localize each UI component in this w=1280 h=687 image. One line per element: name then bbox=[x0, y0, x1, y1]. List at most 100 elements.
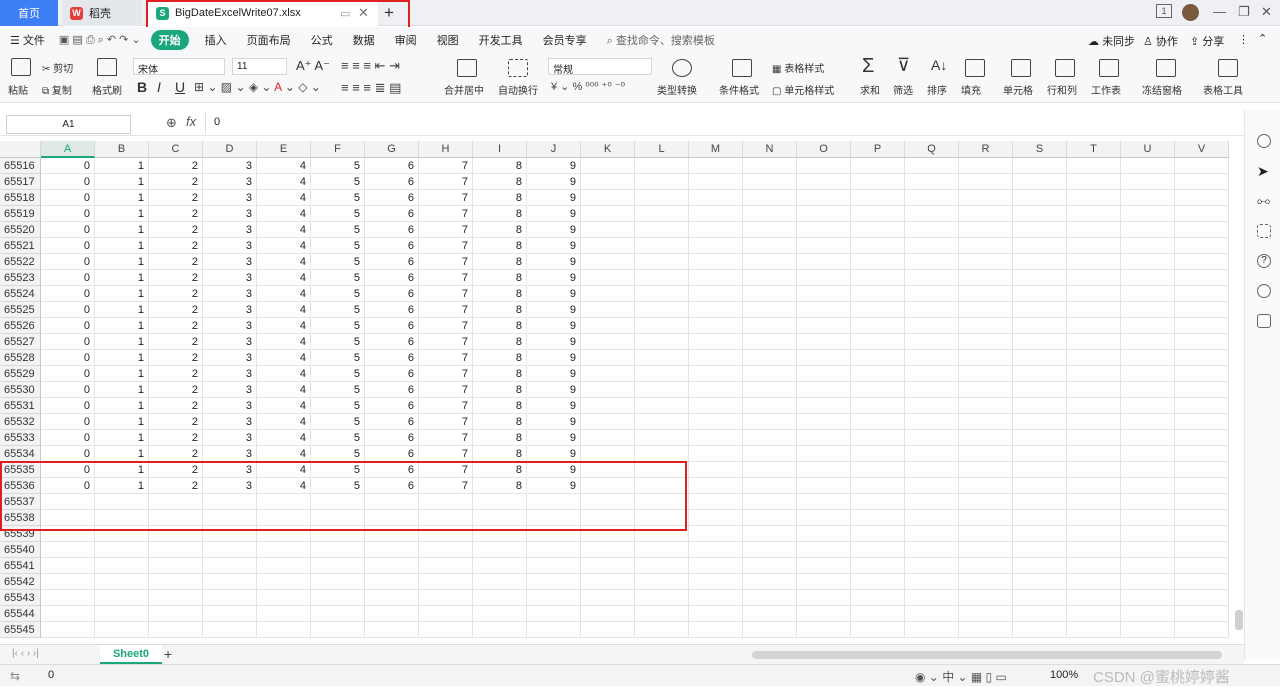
table-cell[interactable]: 9 bbox=[527, 334, 581, 350]
zoom-search-icon[interactable]: ⊕ bbox=[166, 115, 177, 131]
table-cell[interactable] bbox=[473, 590, 527, 606]
table-cell[interactable]: 0 bbox=[41, 302, 95, 318]
view-mode-icons[interactable]: ◉ ⌄ 中 ⌄ ▦ ▯ ▭ bbox=[915, 668, 1007, 685]
table-cell[interactable] bbox=[1067, 430, 1121, 446]
table-cell[interactable] bbox=[905, 222, 959, 238]
table-cell[interactable] bbox=[959, 382, 1013, 398]
table-cell[interactable] bbox=[581, 286, 635, 302]
table-cell[interactable] bbox=[1013, 158, 1067, 174]
table-cell[interactable]: 6 bbox=[365, 318, 419, 334]
table-cell[interactable] bbox=[365, 606, 419, 622]
table-cell[interactable] bbox=[1175, 430, 1229, 446]
table-cell[interactable] bbox=[1067, 542, 1121, 558]
table-cell[interactable] bbox=[581, 158, 635, 174]
table-cell[interactable]: 0 bbox=[41, 334, 95, 350]
table-cell[interactable] bbox=[959, 238, 1013, 254]
underline-button[interactable]: U bbox=[175, 79, 185, 95]
column-header-j[interactable]: J bbox=[527, 141, 581, 158]
table-cell[interactable] bbox=[1121, 382, 1175, 398]
table-cell[interactable] bbox=[1121, 190, 1175, 206]
table-cell[interactable]: 2 bbox=[149, 222, 203, 238]
table-cell[interactable]: 8 bbox=[473, 334, 527, 350]
row-header[interactable]: 65529 bbox=[0, 366, 41, 382]
table-cell[interactable] bbox=[149, 606, 203, 622]
formula-input[interactable]: 0 bbox=[205, 113, 1240, 134]
table-cell[interactable] bbox=[1067, 174, 1121, 190]
cell-style-button[interactable]: ▢ 单元格样式 bbox=[772, 82, 834, 97]
table-cell[interactable] bbox=[1121, 350, 1175, 366]
table-cell[interactable] bbox=[851, 526, 905, 542]
table-cell[interactable] bbox=[1121, 206, 1175, 222]
number-format-select[interactable]: 常规 bbox=[548, 58, 652, 76]
table-cell[interactable] bbox=[95, 622, 149, 638]
table-cell[interactable] bbox=[689, 302, 743, 318]
table-cell[interactable] bbox=[95, 590, 149, 606]
table-cell[interactable] bbox=[581, 222, 635, 238]
table-cell[interactable] bbox=[1013, 222, 1067, 238]
table-cell[interactable] bbox=[41, 558, 95, 574]
table-cell[interactable] bbox=[1013, 526, 1067, 542]
table-cell[interactable] bbox=[1121, 270, 1175, 286]
table-cell[interactable] bbox=[581, 318, 635, 334]
row-header[interactable]: 65526 bbox=[0, 318, 41, 334]
table-cell[interactable] bbox=[905, 606, 959, 622]
wrap-text-button[interactable]: 自动换行 bbox=[498, 82, 538, 97]
table-cell[interactable]: 9 bbox=[527, 254, 581, 270]
table-cell[interactable] bbox=[203, 542, 257, 558]
table-cell[interactable] bbox=[1013, 398, 1067, 414]
table-cell[interactable] bbox=[311, 542, 365, 558]
table-cell[interactable] bbox=[1175, 478, 1229, 494]
paste-button[interactable]: 粘贴 bbox=[8, 82, 28, 97]
table-cell[interactable]: 7 bbox=[419, 414, 473, 430]
table-cell[interactable]: 6 bbox=[365, 334, 419, 350]
row-header[interactable]: 65516 bbox=[0, 158, 41, 174]
table-cell[interactable]: 2 bbox=[149, 254, 203, 270]
table-cell[interactable] bbox=[851, 366, 905, 382]
format-painter-icon[interactable] bbox=[97, 58, 117, 76]
table-cell[interactable] bbox=[959, 622, 1013, 638]
table-cell[interactable]: 1 bbox=[95, 158, 149, 174]
table-cell[interactable] bbox=[959, 606, 1013, 622]
table-cell[interactable]: 5 bbox=[311, 286, 365, 302]
table-cell[interactable] bbox=[905, 174, 959, 190]
table-cell[interactable]: 8 bbox=[473, 222, 527, 238]
table-cell[interactable]: 6 bbox=[365, 446, 419, 462]
table-cell[interactable] bbox=[635, 382, 689, 398]
table-cell[interactable] bbox=[689, 222, 743, 238]
column-header-l[interactable]: L bbox=[635, 141, 689, 158]
table-cell[interactable] bbox=[311, 574, 365, 590]
menu-view[interactable]: 视图 bbox=[427, 32, 469, 48]
table-cell[interactable] bbox=[1067, 254, 1121, 270]
table-cell[interactable] bbox=[905, 270, 959, 286]
cut-button[interactable]: ✂ 剪切 bbox=[42, 60, 73, 75]
table-cell[interactable] bbox=[743, 622, 797, 638]
table-cell[interactable] bbox=[365, 542, 419, 558]
table-cell[interactable] bbox=[1067, 318, 1121, 334]
table-cell[interactable] bbox=[635, 446, 689, 462]
table-cell[interactable] bbox=[689, 398, 743, 414]
table-cell[interactable] bbox=[635, 286, 689, 302]
table-cell[interactable] bbox=[41, 622, 95, 638]
table-cell[interactable] bbox=[419, 622, 473, 638]
table-cell[interactable] bbox=[257, 606, 311, 622]
table-cell[interactable]: 1 bbox=[95, 302, 149, 318]
copy-button[interactable]: ⧉ 复制 bbox=[42, 82, 72, 97]
menu-data[interactable]: 数据 bbox=[343, 32, 385, 48]
file-menu[interactable]: ☰ 文件 bbox=[0, 32, 55, 48]
table-cell[interactable] bbox=[581, 206, 635, 222]
menu-page-layout[interactable]: 页面布局 bbox=[237, 32, 301, 48]
table-cell[interactable] bbox=[527, 542, 581, 558]
table-cell[interactable]: 4 bbox=[257, 222, 311, 238]
table-cell[interactable] bbox=[635, 158, 689, 174]
column-header-n[interactable]: N bbox=[743, 141, 797, 158]
table-cell[interactable] bbox=[1067, 206, 1121, 222]
table-cell[interactable]: 5 bbox=[311, 238, 365, 254]
freeze-button[interactable]: 冻结窗格 bbox=[1142, 82, 1182, 97]
table-cell[interactable] bbox=[419, 558, 473, 574]
table-cell[interactable] bbox=[743, 606, 797, 622]
table-cell[interactable]: 2 bbox=[149, 238, 203, 254]
table-cell[interactable] bbox=[635, 542, 689, 558]
table-cell[interactable] bbox=[905, 206, 959, 222]
table-cell[interactable] bbox=[203, 606, 257, 622]
table-cell[interactable] bbox=[149, 622, 203, 638]
